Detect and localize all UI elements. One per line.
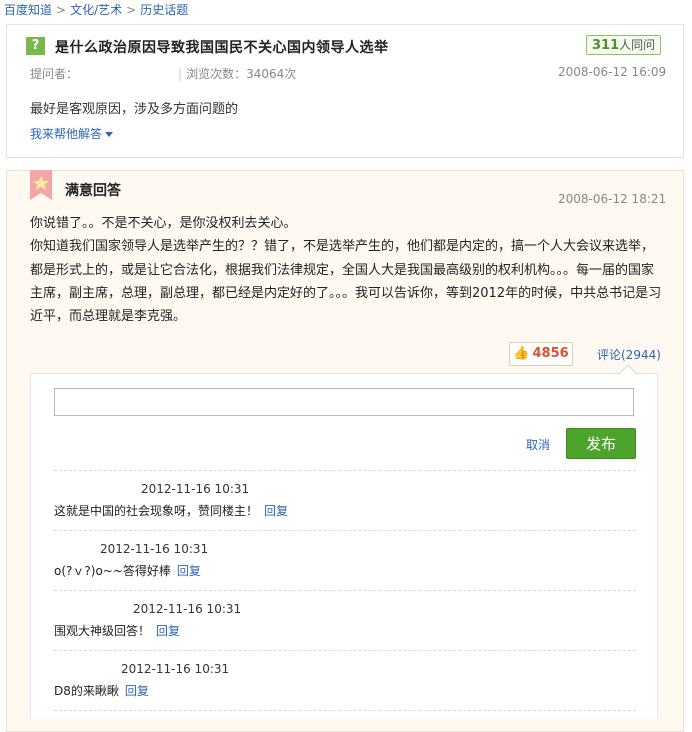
meta-divider: |: [178, 67, 183, 81]
same-ask-count: 311: [592, 38, 620, 53]
comment-item: 围观大神级回答！ 回复: [54, 622, 180, 639]
breadcrumb: 百度知道 > 文化/艺术 > 历史话题: [4, 1, 188, 18]
caret-down-icon: [105, 132, 114, 137]
comment-text: D8的来瞅瞅: [54, 684, 119, 698]
question-description: 最好是客观原因，涉及多方面问题的: [30, 102, 239, 117]
comment-text: 围观大神级回答！: [54, 624, 151, 638]
comment-divider: [54, 710, 636, 711]
breadcrumb-item-category[interactable]: 文化/艺术: [70, 3, 122, 17]
comment-time: 2012-11-16 10:31: [100, 542, 209, 556]
help-answer-link[interactable]: 我来帮他解答: [30, 125, 114, 142]
breadcrumb-item-subcategory[interactable]: 历史话题: [140, 3, 188, 17]
comment-item: o(?ｖ?)o~~答得好棒 回复: [54, 562, 201, 579]
like-count: 4856: [532, 346, 569, 361]
asker-name-redacted: [78, 68, 175, 81]
comment-time: 2012-11-16 10:31: [141, 482, 250, 496]
breadcrumb-separator: >: [126, 3, 137, 17]
breadcrumb-separator: >: [56, 3, 67, 17]
question-mark-icon: ?: [26, 37, 45, 55]
reply-link[interactable]: 回复: [156, 624, 180, 638]
breadcrumb-item-home[interactable]: 百度知道: [4, 3, 52, 17]
view-count: 浏览次数：34064次: [186, 67, 297, 81]
reply-link[interactable]: 回复: [125, 684, 149, 698]
comments-link[interactable]: 评论(2944): [597, 346, 661, 363]
best-answer-heading: 满意回答: [65, 183, 121, 199]
like-button[interactable]: 👍 4856: [509, 342, 573, 366]
help-answer-label: 我来帮他解答: [30, 127, 103, 141]
cancel-button[interactable]: 取消: [526, 436, 550, 453]
asker-label: 提问者：: [30, 67, 79, 81]
comment-time: 2012-11-16 10:31: [133, 602, 242, 616]
comment-divider: [54, 530, 636, 531]
medal-ribbon-icon: [30, 170, 52, 200]
thumbs-up-icon: 👍: [513, 346, 530, 361]
comment-time: 2012-11-16 10:31: [121, 662, 230, 676]
same-ask-label: 人同问: [619, 38, 656, 52]
comment-input[interactable]: [54, 388, 634, 416]
answer-time: 2008-06-12 18:21: [558, 192, 667, 206]
question-time: 2008-06-12 16:09: [558, 65, 667, 79]
comment-text: o(?ｖ?)o~~答得好棒: [54, 564, 171, 578]
comment-divider: [54, 470, 636, 471]
reply-link[interactable]: 回复: [177, 564, 201, 578]
comment-text: 这就是中国的社会现象呀，赞同楼主！: [54, 504, 259, 518]
question-meta: 提问者： | 浏览次数：34064次: [30, 65, 296, 82]
answer-body: 你说错了。。不是不关心，是你没权利去关心。 你知道我们国家领导人是选举产生的？？…: [30, 212, 664, 328]
comment-divider: [54, 650, 636, 651]
answer-paragraph: 你知道我们国家领导人是选举产生的？？错了，不是选举产生的，他们都是内定的，搞一个…: [30, 239, 662, 325]
answer-paragraph: 你说错了。。不是不关心，是你没权利去关心。: [30, 216, 297, 231]
panel-pointer-fill: [620, 366, 636, 374]
comment-divider: [54, 590, 636, 591]
same-question-button[interactable]: 311人同问: [586, 35, 662, 55]
comment-item: 这就是中国的社会现象呀，赞同楼主！ 回复: [54, 502, 288, 519]
comment-item: D8的来瞅瞅 回复: [54, 682, 149, 699]
question-title: 是什么政治原因导致我国国民不关心国内领导人选举: [55, 40, 389, 56]
reply-link[interactable]: 回复: [264, 504, 288, 518]
publish-button[interactable]: 发布: [566, 428, 636, 459]
